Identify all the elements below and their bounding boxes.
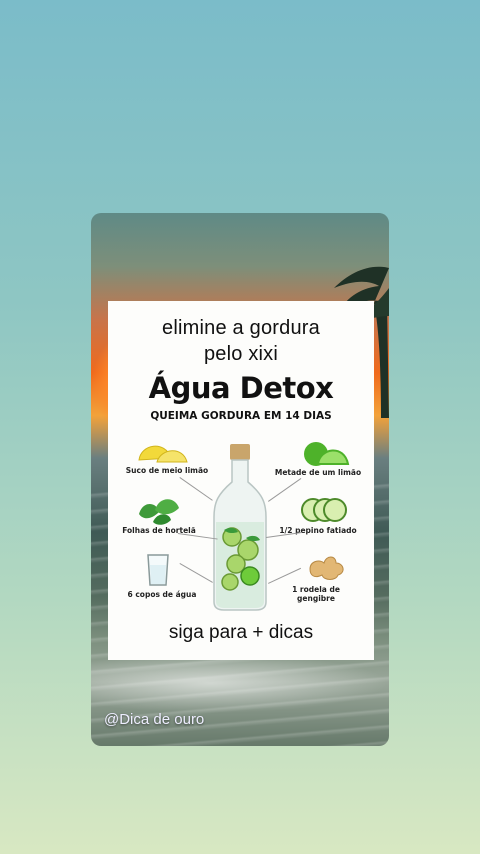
- lime-icon: [304, 442, 350, 466]
- label-half-lime: Metade de um limão: [274, 468, 362, 477]
- connector-lime: [268, 478, 302, 502]
- label-water: 6 copos de água: [127, 590, 197, 599]
- headline-line2: pelo xixi: [203, 343, 279, 365]
- detox-poster: elimine a gordura pelo xixi Água Detox Q…: [108, 301, 374, 660]
- label-ginger-line2: gengibre: [297, 594, 335, 603]
- connector-water: [179, 563, 213, 583]
- account-handle[interactable]: @Dica de ouro: [104, 711, 204, 728]
- headline-line1: elimine a gordura: [162, 317, 320, 339]
- poster-title: Água Detox: [148, 371, 334, 405]
- label-lemon-juice: Suco de meio limão: [125, 466, 209, 475]
- poster-subtitle: QUEIMA GORDURA EM 14 DIAS: [150, 410, 332, 422]
- label-ginger-line1: 1 rodela de: [292, 585, 340, 594]
- poster-footer: siga para + dicas: [168, 622, 314, 643]
- ginger-icon: [309, 556, 344, 580]
- mint-leaves-icon: [139, 499, 179, 525]
- wave-foam: [91, 653, 389, 713]
- connector-ginger: [268, 567, 302, 584]
- cucumber-slices-icon: [301, 498, 347, 522]
- bottle-icon: [213, 444, 267, 611]
- lemon-icon: [138, 445, 188, 463]
- water-glass-icon: [147, 554, 169, 586]
